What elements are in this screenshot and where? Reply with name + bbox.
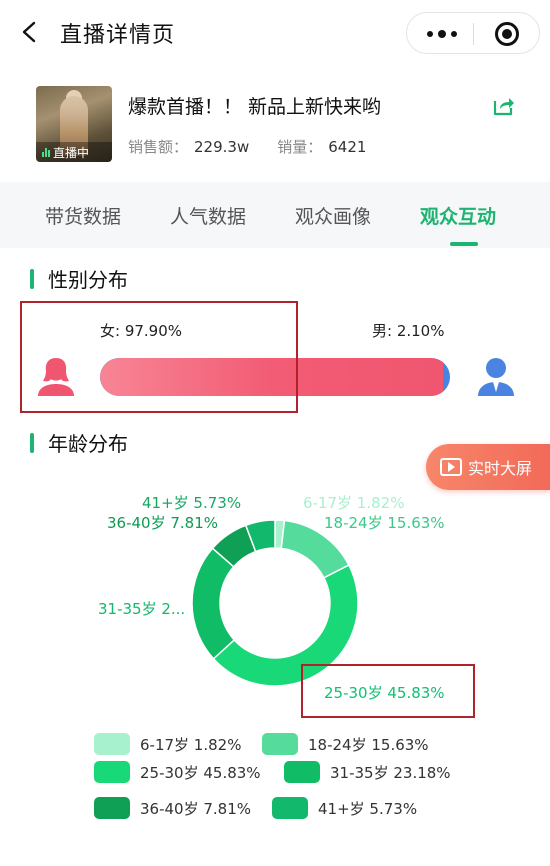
volume-label: 销量： (277, 138, 323, 156)
section-accent-bar (30, 432, 34, 453)
age-highlight-box (301, 664, 475, 718)
capsule-divider (473, 23, 474, 45)
product-stats: 销售额： 229.3w 销量： 6421 (128, 136, 366, 157)
tab-sales-data[interactable]: 带货数据 (45, 202, 121, 229)
tab-bar: 带货数据 人气数据 观众画像 观众互动 (0, 182, 550, 248)
live-detail-page: 直播详情页 直播中 爆款首播！！ 新品上新快来哟 销售额： 229.3w 销量： 64… (0, 0, 550, 866)
slice-label-41plus: 41+岁 5.73% (142, 494, 242, 512)
male-percentage-label: 男: 2.10% (372, 322, 445, 340)
tv-play-icon (440, 458, 462, 476)
slice-31-35[interactable] (191, 547, 236, 660)
close-miniprogram-icon[interactable] (495, 22, 519, 46)
legend-item: 41+岁 5.73% (272, 797, 417, 819)
product-thumbnail[interactable]: 直播中 (36, 86, 112, 162)
legend-swatch (262, 733, 298, 755)
miniprogram-capsule (406, 12, 540, 54)
gender-section-title: 性别分布 (30, 264, 128, 293)
page-title: 直播详情页 (60, 23, 176, 48)
legend-item: 6-17岁 1.82% (94, 733, 241, 755)
section-accent-bar (30, 268, 34, 289)
nav-header: 直播详情页 (0, 0, 550, 66)
slice-label-18-24: 18-24岁 15.63% (324, 514, 445, 532)
share-icon[interactable] (493, 96, 515, 116)
tab-audience-interaction[interactable]: 观众互动 (420, 202, 496, 229)
age-section-title: 年龄分布 (30, 428, 128, 457)
product-card[interactable]: 直播中 爆款首播！！ 新品上新快来哟 销售额： 229.3w 销量： 6421 (0, 66, 550, 182)
back-button[interactable] (14, 16, 46, 48)
live-bars-icon (42, 147, 50, 157)
active-tab-indicator (450, 242, 478, 246)
realtime-screen-button[interactable]: 实时大屏 (426, 444, 550, 490)
legend-item: 25-30岁 45.83% (94, 761, 261, 783)
male-icon (478, 358, 514, 396)
chevron-left-icon (22, 21, 36, 43)
legend-swatch (272, 797, 308, 819)
slice-label-31-35: 31-35岁 2... (98, 600, 186, 618)
sales-label: 销售额： (128, 138, 189, 156)
legend-swatch (284, 761, 320, 783)
tab-popularity-data[interactable]: 人气数据 (170, 202, 246, 229)
sales-value: 229.3w (194, 138, 250, 156)
legend-swatch (94, 761, 130, 783)
live-badge: 直播中 (36, 142, 112, 162)
slice-label-36-40: 36-40岁 7.81% (107, 514, 219, 532)
volume-value: 6421 (328, 138, 367, 156)
content-area: 性别分布 女: 97.90% 男: 2.10% 年龄分布 实时大屏 41+岁 5… (0, 248, 550, 866)
product-title: 爆款首播！！ 新品上新快来哟 (128, 96, 382, 118)
legend-item: 18-24岁 15.63% (262, 733, 429, 755)
tab-audience-profile[interactable]: 观众画像 (295, 202, 371, 229)
legend-item: 36-40岁 7.81% (94, 797, 251, 819)
legend-item: 31-35岁 23.18% (284, 761, 451, 783)
gender-highlight-box (20, 301, 298, 413)
slice-label-6-17: 6-17岁 1.82% (303, 494, 405, 512)
legend-swatch (94, 797, 130, 819)
legend-swatch (94, 733, 130, 755)
more-icon[interactable] (427, 30, 457, 38)
